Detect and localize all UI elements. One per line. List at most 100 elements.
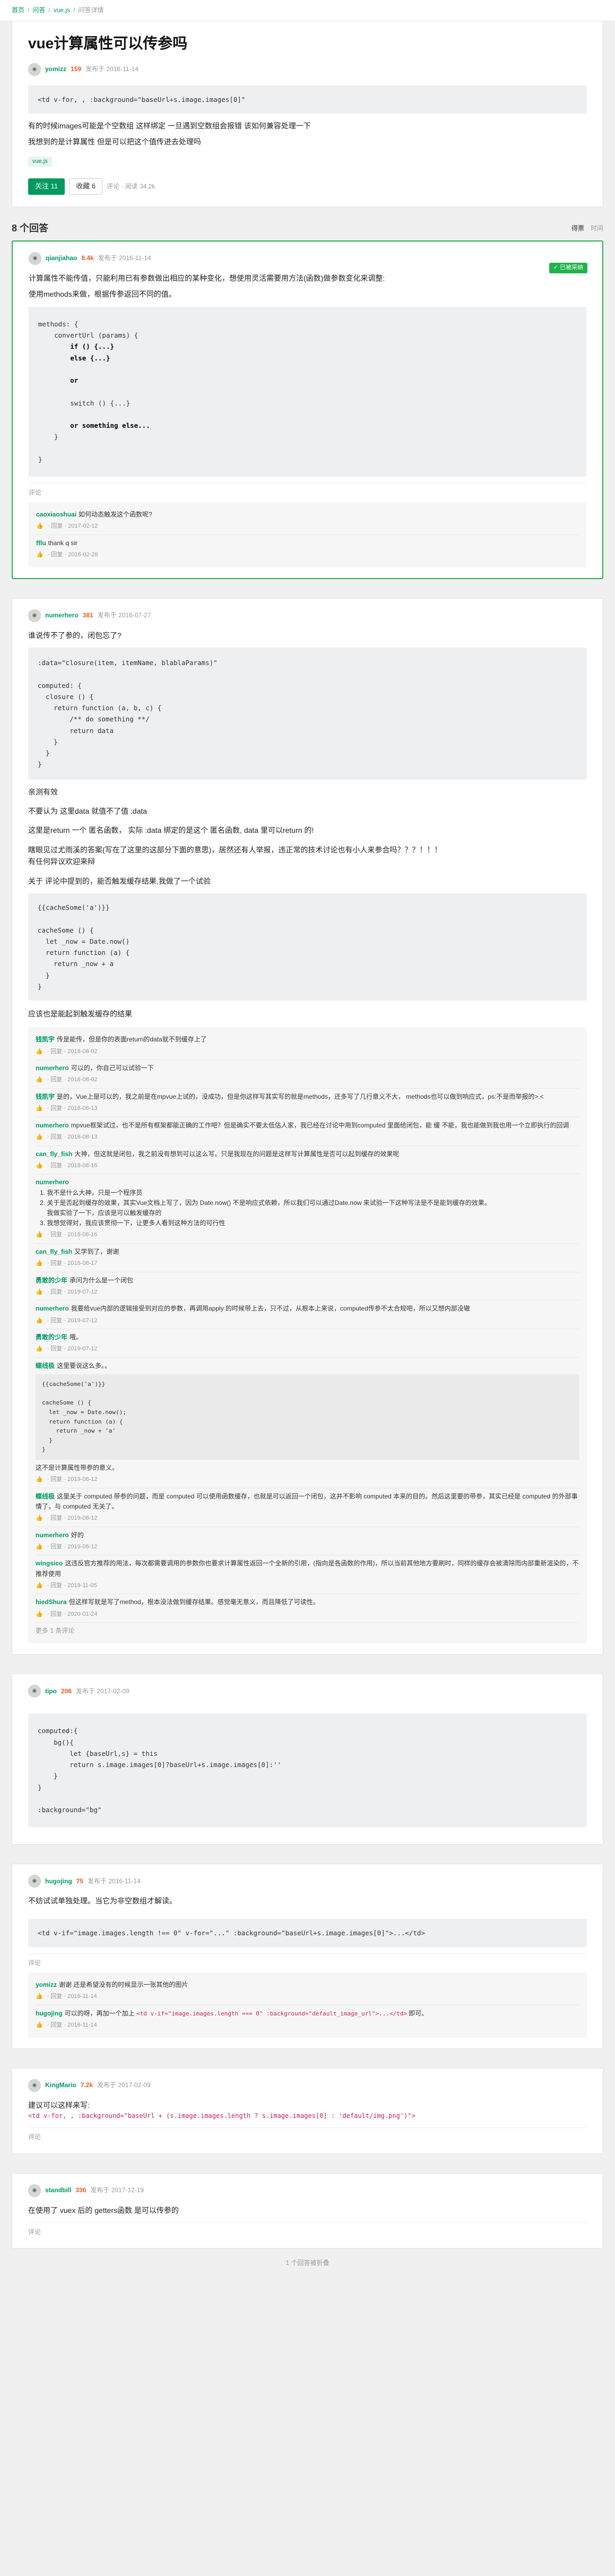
comment-list: yomizz 谢谢 还是希望没有的时候显示一张其他的图片 👍 · 回复 · 2016-… — [28, 1972, 587, 2038]
like-icon[interactable]: 👍 — [36, 1230, 43, 1240]
comment-item: 钱凯宇 传是能传，但是你的表面return的data就不到缓存上了 👍 · 回复 · … — [36, 1031, 579, 1061]
author-name[interactable]: standbill — [45, 2185, 71, 2195]
comment-item: caoxiaoshuai 如何动态触发这个函数呢? 👍 · 回复 · 2017-02… — [36, 506, 579, 536]
comment-author[interactable]: numerhero — [36, 1122, 69, 1129]
comment-text: 但这样写就是写了method，根本没法做到缓存结果。感觉毫无意义，而且降低了可读… — [68, 1598, 319, 1606]
comment-author[interactable]: wingsico — [36, 1560, 63, 1567]
follow-button[interactable]: 关注 11 — [28, 178, 65, 195]
comment-author[interactable]: hiedShura — [36, 1598, 67, 1606]
answer-meta: ◉ KingMario 7.2k 发布于 2017-02-09 — [28, 2079, 587, 2092]
code-block: methods: { convertUrl (params) { if () {… — [29, 306, 586, 477]
collect-button[interactable]: 收藏 6 — [69, 178, 102, 195]
code-line: else {...} — [38, 354, 110, 362]
answer-meta: ◉ qianjiahao 8.4k 发布于 2016-11-14 — [29, 252, 586, 265]
code-line: } — [38, 455, 42, 463]
answer-text: 谁说传不了参的，闭包忘了? — [28, 631, 122, 640]
breadcrumb-home[interactable]: 首页 — [12, 5, 24, 15]
comment-meta: · 回复 · 2019-11-05 — [47, 1582, 97, 1589]
breadcrumb-qa[interactable]: 问答 — [32, 5, 45, 15]
avatar[interactable]: ◉ — [28, 1875, 41, 1888]
like-icon[interactable]: 👍 — [36, 1288, 43, 1297]
comment-author[interactable]: can_fly_fish — [36, 1248, 72, 1255]
like-icon[interactable]: 👍 — [36, 550, 44, 560]
comment-item: numerhero 我要给vue内部的逻辑接受到对应的参数，再调用apply 的时… — [36, 1300, 579, 1330]
comment-text: 这里要说这么多。。 — [57, 1362, 111, 1369]
question-text: 我想到的是计算属性 但是可以把这个值传进去处理吗 — [28, 137, 201, 147]
post-time: 发布于 2017-02-09 — [76, 1687, 129, 1695]
comment-author[interactable]: numerhero — [36, 1531, 69, 1539]
sort-vote-tab[interactable]: 得票 — [571, 223, 584, 234]
avatar[interactable]: ◉ — [28, 1685, 41, 1698]
avatar[interactable]: ◉ — [28, 2184, 41, 2197]
comment-author[interactable]: can_fly_fish — [36, 1150, 72, 1158]
like-icon[interactable]: 👍 — [36, 1316, 43, 1326]
comment-author[interactable]: 蝶线极 — [36, 1362, 55, 1369]
collapsed-answers-link[interactable]: 1 个回答被折叠 — [0, 2248, 615, 2278]
like-icon[interactable]: 👍 — [36, 1992, 43, 2002]
comment-meta: · 回复 · 2018-08-17 — [47, 1260, 98, 1267]
avatar[interactable]: ◉ — [28, 63, 41, 76]
comment-author[interactable]: numerhero — [36, 1178, 69, 1186]
like-icon[interactable]: 👍 — [36, 1475, 43, 1485]
comment-link[interactable]: 评论 — [29, 483, 586, 498]
code-line: if () {...} — [38, 342, 114, 351]
like-icon[interactable]: 👍 — [36, 1133, 43, 1142]
comment-item: wingsico 这违反官方推荐的用法，每次都需要调用的参数你也要求计算属性返回一… — [36, 1555, 579, 1595]
comment-list: 钱凯宇 传是能传，但是你的表面return的data就不到缓存上了 👍 · 回复 · … — [28, 1027, 587, 1644]
author-name[interactable]: numerhero — [45, 610, 79, 621]
author-name[interactable]: yomizz — [45, 64, 66, 74]
avatar[interactable]: ◉ — [29, 252, 41, 265]
comment-author[interactable]: 勇敢的少年 — [36, 1277, 67, 1284]
like-icon[interactable]: 👍 — [36, 1047, 43, 1057]
sort-time-tab[interactable]: 时间 — [591, 223, 603, 234]
like-icon[interactable]: 👍 — [36, 1104, 43, 1114]
answer-text: 瞎眼见过尤雨溪的答案(写在了这里的这部分下面的意思)，居然还有人举报，违正常的技… — [28, 845, 442, 854]
comment-link[interactable]: 评论 — [28, 1953, 587, 1968]
comment-author[interactable]: 蝶线极 — [36, 1493, 55, 1500]
more-comments-link[interactable]: 更多 1 条评论 — [36, 1623, 579, 1639]
comment-meta: · 回复 · 2016-11-14 — [47, 1993, 97, 2000]
comment-text: 承问为什么是一个闭包 — [70, 1276, 134, 1284]
like-icon[interactable]: 👍 — [36, 1610, 43, 1619]
like-icon[interactable]: 👍 — [36, 1259, 43, 1269]
comment-link[interactable]: 评论 — [28, 2222, 587, 2237]
comment-text: 又学到了，谢谢 — [74, 1247, 119, 1255]
breadcrumb-tag[interactable]: vue.js — [54, 5, 70, 15]
like-icon[interactable]: 👍 — [36, 1514, 43, 1523]
author-name[interactable]: tipo — [45, 1686, 57, 1696]
answer-text: 亲测有效 — [28, 787, 58, 796]
avatar[interactable]: ◉ — [28, 609, 41, 622]
comment-list: caoxiaoshuai 如何动态触发这个函数呢? 👍 · 回复 · 2017-02… — [29, 502, 586, 567]
like-icon[interactable]: 👍 — [36, 1581, 43, 1591]
comment-author[interactable]: 钱凯宇 — [36, 1036, 55, 1043]
author-name[interactable]: hugojing — [45, 1876, 72, 1886]
comment-link[interactable]: 评论 — [28, 2127, 587, 2142]
like-icon[interactable]: 👍 — [36, 1075, 43, 1085]
like-icon[interactable]: 👍 — [36, 2021, 43, 2030]
comment-text: mpvue框架试过，也不是所有框架都能正确的工作吧？但是确实不要太低估人家，我已… — [71, 1121, 569, 1129]
comment-author[interactable]: caoxiaoshuai — [36, 511, 76, 518]
comment-author[interactable]: 钱凯宇 — [36, 1093, 55, 1100]
like-icon[interactable]: 👍 — [36, 522, 44, 531]
reputation: 381 — [82, 611, 93, 619]
comment-item: 勇敢的少年 承问为什么是一个闭包 👍 · 回复 · 2019-07-12 — [36, 1272, 579, 1301]
comment-author[interactable]: 勇敢的少年 — [36, 1333, 67, 1341]
author-name[interactable]: qianjiahao — [46, 253, 77, 263]
comment-author[interactable]: fflu — [36, 539, 46, 547]
like-icon[interactable]: 👍 — [36, 1161, 43, 1171]
like-icon[interactable]: 👍 — [36, 1345, 43, 1354]
comment-item: yomizz 谢谢 还是希望没有的时候显示一张其他的图片 👍 · 回复 · 2016-… — [36, 1977, 579, 2005]
comment-author[interactable]: hugojing — [36, 2010, 63, 2017]
like-icon[interactable]: 👍 — [36, 1543, 43, 1552]
answer-text: 建议可以这样来写: — [28, 2100, 90, 2109]
comment-item: numerhero 可以的，你自己可以试验一下 👍 · 回复 · 2018-08-02 — [36, 1060, 579, 1089]
comment-meta: · 回复 · 2019-08-12 — [47, 1515, 98, 1522]
comment-author[interactable]: numerhero — [36, 1064, 69, 1072]
comment-author[interactable]: yomizz — [36, 1981, 57, 1988]
avatar[interactable]: ◉ — [28, 2079, 41, 2092]
author-name[interactable]: KingMario — [45, 2080, 76, 2090]
reputation: 336 — [75, 2186, 86, 2194]
comment-text: 这里关于 computed 带参的问题，而是 computed 可以使用函数缓存… — [36, 1492, 578, 1510]
comment-author[interactable]: numerhero — [36, 1305, 69, 1312]
tag-vue[interactable]: vue.js — [28, 156, 52, 167]
